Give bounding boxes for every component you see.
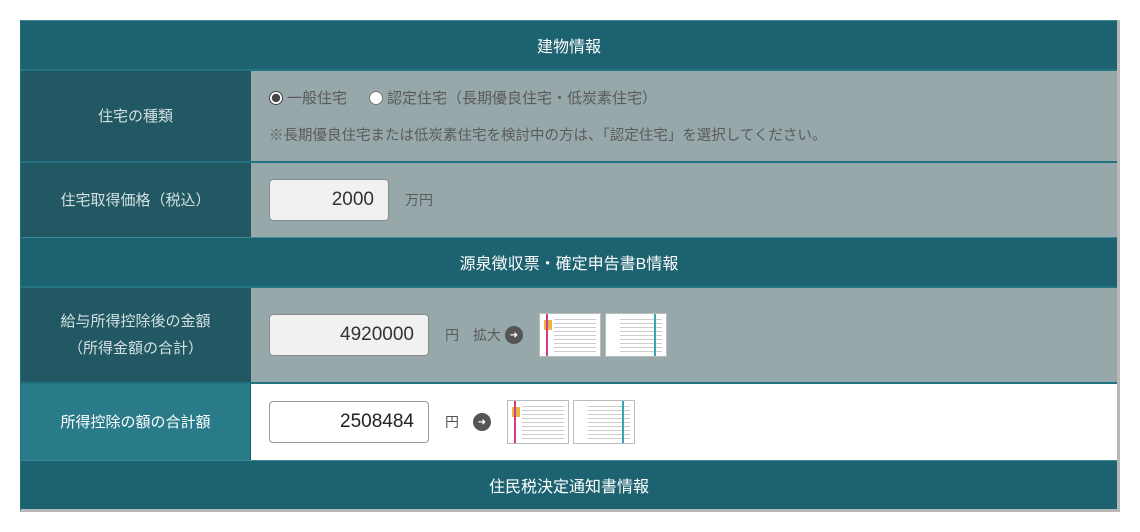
row-deduction-total: 所得控除の額の合計額 円 ➜: [21, 382, 1117, 460]
radio-general-input[interactable]: [269, 91, 283, 105]
house-type-note: ※長期優良住宅または低炭素住宅を検討中の方は、「認定住宅」を選択してください。: [269, 124, 1099, 145]
document-thumb-icon: [605, 313, 667, 357]
doc-thumbnails[interactable]: [507, 400, 635, 444]
label-salary-after: 給与所得控除後の金額 （所得金額の合計）: [21, 288, 251, 382]
radio-certified-input[interactable]: [369, 91, 383, 105]
expand-link-salary[interactable]: 拡大 ➜: [473, 325, 523, 345]
section-title: 源泉徴収票・確定申告書B情報: [460, 256, 679, 273]
arrow-right-icon: ➜: [473, 413, 491, 431]
document-thumb-icon: [539, 313, 601, 357]
content-house-type: 一般住宅 認定住宅（長期優良住宅・低炭素住宅） ※長期優良住宅または低炭素住宅を…: [251, 71, 1117, 161]
radio-certified[interactable]: 認定住宅（長期優良住宅・低炭素住宅）: [369, 87, 657, 108]
radio-general[interactable]: 一般住宅: [269, 87, 347, 108]
form-panel: 建物情報 住宅の種類 一般住宅 認定住宅（長期優良住宅・低炭素住宅） ※長期優良…: [20, 20, 1120, 512]
document-thumb-icon: [507, 400, 569, 444]
unit-salary-after: 円: [445, 325, 459, 345]
section-title: 建物情報: [537, 39, 601, 56]
unit-price: 万円: [405, 190, 433, 210]
row-salary-after: 給与所得控除後の金額 （所得金額の合計） 円 拡大 ➜: [21, 286, 1117, 382]
expand-link-deduction[interactable]: ➜: [473, 413, 491, 431]
section-header-taxslip: 源泉徴収票・確定申告書B情報: [21, 237, 1117, 286]
row-house-type: 住宅の種類 一般住宅 認定住宅（長期優良住宅・低炭素住宅） ※長期優良住宅または…: [21, 69, 1117, 161]
content-deduction-total: 円 ➜: [251, 384, 1117, 460]
section-header-residenttax: 住民税決定通知書情報: [21, 460, 1117, 509]
unit-deduction-total: 円: [445, 412, 459, 432]
arrow-right-icon: ➜: [505, 326, 523, 344]
content-salary-after: 円 拡大 ➜: [251, 288, 1117, 382]
row-price: 住宅取得価格（税込） 万円: [21, 161, 1117, 237]
label-price: 住宅取得価格（税込）: [21, 163, 251, 237]
content-price: 万円: [251, 163, 1117, 237]
input-deduction-total[interactable]: [269, 401, 429, 443]
document-thumb-icon: [573, 400, 635, 444]
section-header-building: 建物情報: [21, 20, 1117, 69]
label-house-type: 住宅の種類: [21, 71, 251, 161]
input-price[interactable]: [269, 179, 389, 221]
label-deduction-total: 所得控除の額の合計額: [21, 384, 251, 460]
doc-thumbnails[interactable]: [539, 313, 667, 357]
input-salary-after[interactable]: [269, 314, 429, 356]
section-title: 住民税決定通知書情報: [489, 479, 649, 496]
